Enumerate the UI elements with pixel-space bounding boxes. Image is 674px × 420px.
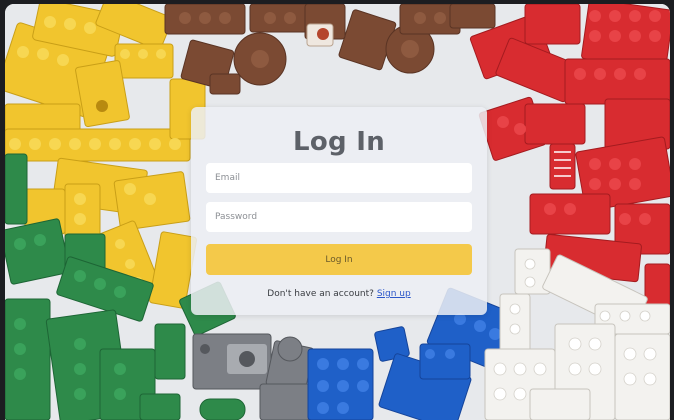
email-input[interactable] <box>206 163 472 193</box>
password-input[interactable] <box>206 202 472 232</box>
app-frame: Log In Log In Don't have an account? Sig… <box>5 4 670 420</box>
signup-row: Don't have an account? Sign up <box>191 289 487 299</box>
login-card: Log In Log In Don't have an account? Sig… <box>191 107 487 315</box>
signup-prompt: Don't have an account? <box>267 289 374 299</box>
login-button[interactable]: Log In <box>206 244 472 275</box>
login-title: Log In <box>292 127 386 157</box>
signup-link[interactable]: Sign up <box>377 289 411 299</box>
